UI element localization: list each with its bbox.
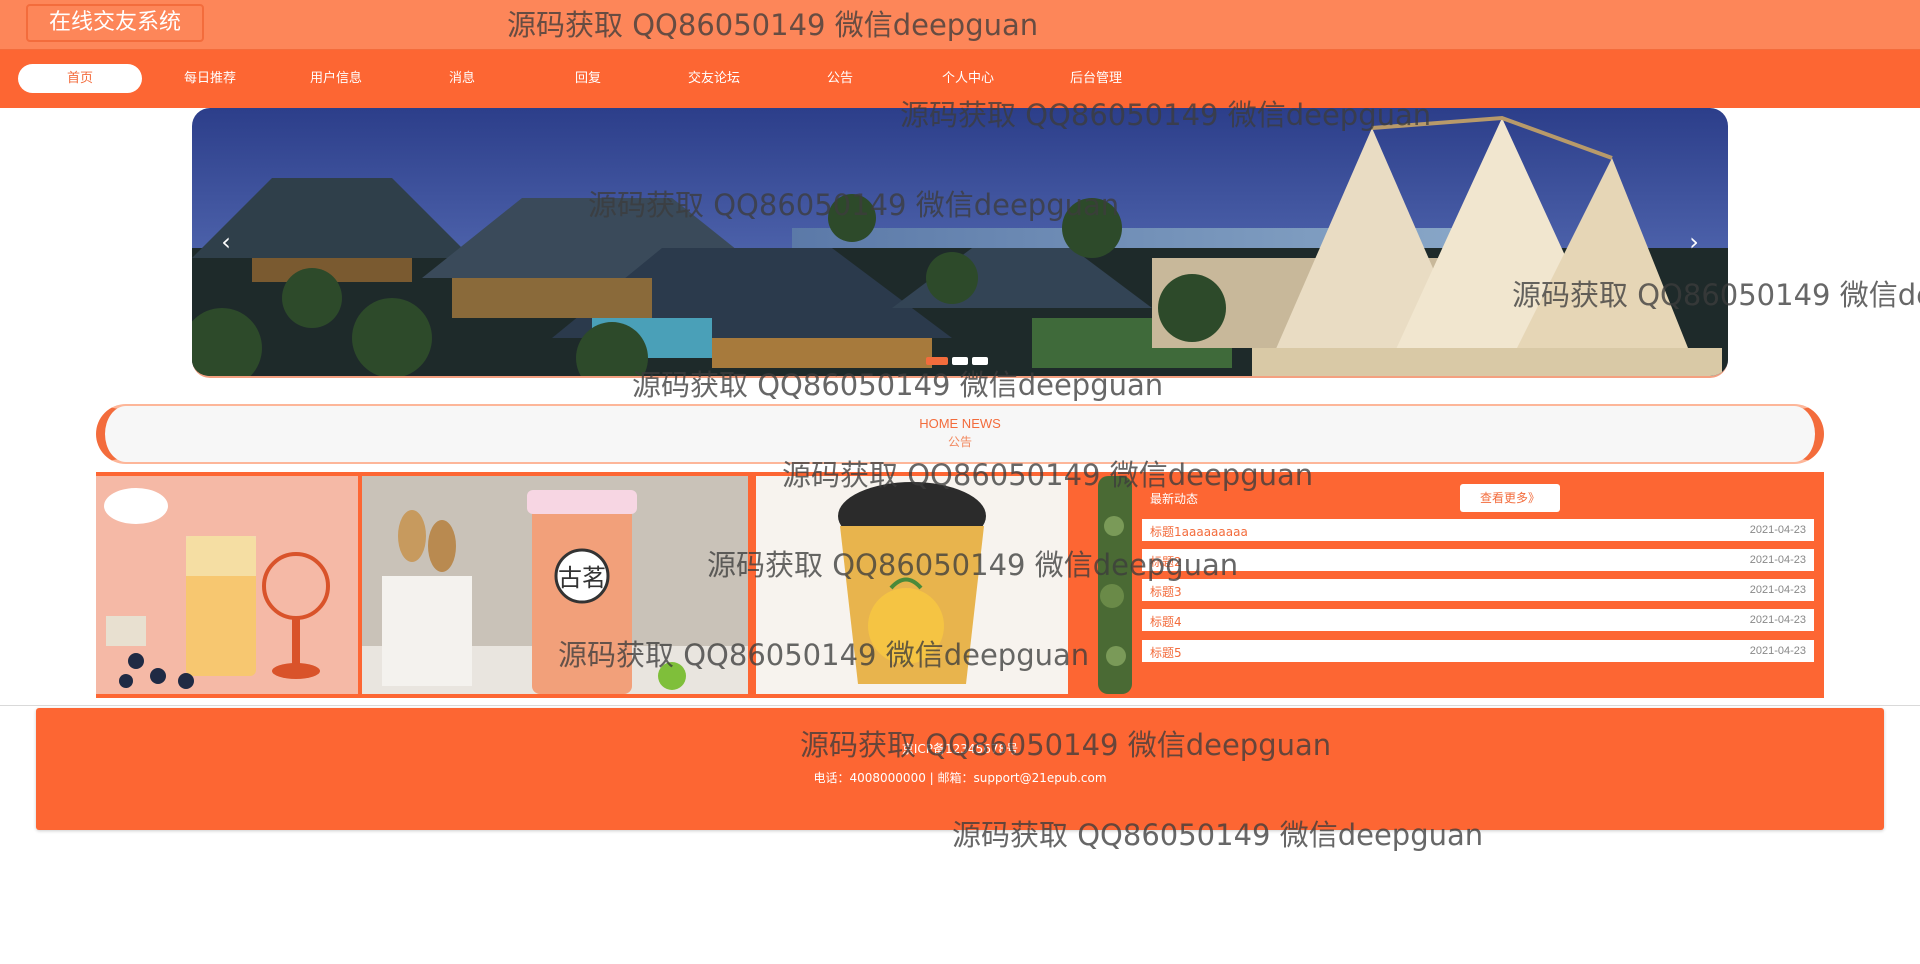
news-row[interactable]: 标题1aaaaaaaaa 2021-04-23	[1142, 519, 1814, 541]
site-logo[interactable]: 在线交友系统	[26, 4, 204, 42]
product-image-3[interactable]	[756, 476, 1068, 694]
nav-item-profile[interactable]: 个人中心	[906, 64, 1030, 93]
news-row[interactable]: 标题4 2021-04-23	[1142, 609, 1814, 631]
nav-item-user-info[interactable]: 用户信息	[274, 64, 398, 93]
news-title: 标题4	[1150, 615, 1182, 629]
news-title: 标题2	[1150, 555, 1182, 569]
news-title: 标题1aaaaaaaaa	[1150, 525, 1248, 539]
view-more-button[interactable]: 查看更多》	[1460, 484, 1560, 512]
footer-contact: 电话：4008000000 | 邮箱：support@21epub.com	[813, 771, 1107, 785]
news-row[interactable]: 标题2 2021-04-23	[1142, 549, 1814, 571]
main-nav: 首页 每日推荐 用户信息 消息 回复 交友论坛 公告 个人中心 后台管理	[0, 50, 1920, 108]
product-image-4[interactable]	[1098, 476, 1132, 694]
news-date: 2021-04-23	[1749, 584, 1806, 596]
news-date: 2021-04-23	[1749, 645, 1806, 657]
banner-prev-icon[interactable]: ‹	[212, 228, 240, 256]
top-header: 在线交友系统	[0, 0, 1920, 50]
news-row[interactable]: 标题3 2021-04-23	[1142, 579, 1814, 601]
featured-section: 古茗 最新动态 查看更多》 标题1aaaaaaaaa 2021-04-23 标题…	[96, 472, 1824, 698]
latest-news-panel: 最新动态 查看更多》 标题1aaaaaaaaa 2021-04-23 标题2 2…	[1138, 472, 1824, 698]
nav-item-daily-recommend[interactable]: 每日推荐	[148, 64, 272, 93]
footer-icp: 京ICP备12345678号	[901, 742, 1019, 756]
banner-dot[interactable]	[926, 357, 948, 365]
news-title: 标题3	[1150, 585, 1182, 599]
product-image-1[interactable]	[96, 476, 358, 694]
home-news-header: HOME NEWS 公告	[96, 404, 1824, 464]
banner-dot[interactable]	[952, 357, 968, 365]
news-date: 2021-04-23	[1749, 614, 1806, 626]
banner-image	[192, 108, 1728, 376]
section-title-cn: 公告	[947, 435, 972, 449]
banner-next-icon[interactable]: ›	[1680, 228, 1708, 256]
nav-item-reply[interactable]: 回复	[526, 64, 650, 93]
nav-item-admin[interactable]: 后台管理	[1034, 64, 1158, 93]
footer-divider	[0, 705, 1920, 706]
nav-item-notice[interactable]: 公告	[778, 64, 902, 93]
banner-indicators	[926, 350, 992, 369]
news-title: 标题5	[1150, 646, 1182, 660]
latest-news-title: 最新动态	[1150, 492, 1199, 506]
site-footer: 京ICP备12345678号 电话：4008000000 | 邮箱：suppor…	[36, 708, 1884, 830]
section-title-en: HOME NEWS	[919, 416, 1001, 431]
product-image-2[interactable]: 古茗	[362, 476, 748, 694]
cup-logo-text: 古茗	[558, 564, 606, 592]
nav-item-messages[interactable]: 消息	[400, 64, 524, 93]
nav-item-forum[interactable]: 交友论坛	[652, 64, 776, 93]
banner-dot[interactable]	[972, 357, 988, 365]
banner-carousel: ‹ ›	[192, 108, 1728, 378]
news-date: 2021-04-23	[1749, 524, 1806, 536]
nav-item-home[interactable]: 首页	[18, 64, 142, 93]
news-row[interactable]: 标题5 2021-04-23	[1142, 640, 1814, 662]
news-date: 2021-04-23	[1749, 554, 1806, 566]
